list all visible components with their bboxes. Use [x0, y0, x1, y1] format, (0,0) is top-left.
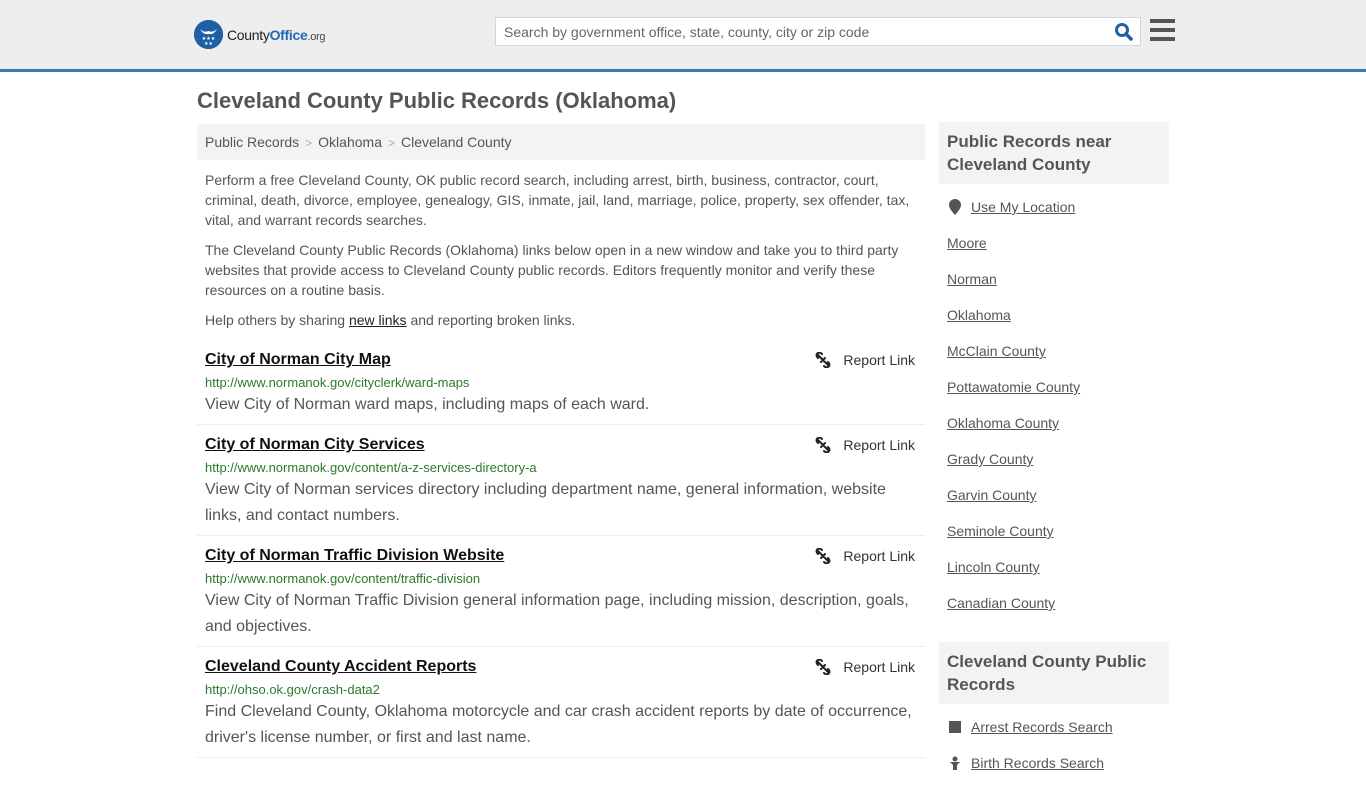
nearby-item[interactable]: Seminole County	[947, 522, 1161, 540]
record-category-link[interactable]: Arrest Records Search	[971, 718, 1113, 736]
nearby-link[interactable]: Oklahoma	[947, 306, 1011, 324]
menu-bar	[1150, 37, 1175, 41]
result-title-link[interactable]: Cleveland County Accident Reports	[205, 655, 476, 679]
nearby-item[interactable]: Oklahoma County	[947, 414, 1161, 432]
nearby-link[interactable]: Norman	[947, 270, 997, 288]
result-description: View City of Norman ward maps, including…	[205, 396, 650, 413]
map-marker-icon	[947, 199, 963, 215]
report-link-button[interactable]: Report Link	[815, 352, 915, 368]
nearby-link[interactable]: Pottawatomie County	[947, 378, 1080, 396]
report-link-button[interactable]: Report Link	[815, 548, 915, 564]
result-title-link[interactable]: City of Norman Traffic Division Website	[205, 544, 504, 568]
nearby-link[interactable]: Lincoln County	[947, 558, 1040, 576]
nearby-link[interactable]: Canadian County	[947, 594, 1055, 612]
report-link-button[interactable]: Report Link	[815, 437, 915, 453]
result-item: Cleveland County Accident Reports Report…	[197, 647, 925, 758]
result-title-link[interactable]: City of Norman City Map	[205, 348, 391, 372]
nearby-item[interactable]: Garvin County	[947, 486, 1161, 504]
search-box	[495, 17, 1141, 46]
nearby-item[interactable]: Norman	[947, 270, 1161, 288]
report-link-label: Report Link	[843, 352, 915, 368]
result-url: http://www.normanok.gov/content/a-z-serv…	[205, 460, 537, 475]
result-url: http://www.normanok.gov/cityclerk/ward-m…	[205, 375, 470, 390]
intro-paragraph-3: Help others by sharing new links and rep…	[205, 312, 576, 328]
breadcrumb-oklahoma[interactable]: Oklahoma	[318, 134, 382, 150]
use-my-location-item[interactable]: Use My Location	[947, 198, 1161, 216]
result-description: View City of Norman services directory i…	[205, 481, 886, 524]
nearby-list: Use My Location Moore Norman Oklahoma McCla…	[939, 184, 1169, 642]
menu-bar	[1150, 19, 1175, 23]
breadcrumb-public-records[interactable]: Public Records	[205, 134, 299, 150]
menu-bar	[1150, 28, 1175, 32]
result-item: City of Norman City Services Report Link…	[197, 425, 925, 536]
result-item: City of Norman City Map Report Link http…	[197, 348, 925, 425]
search-icon	[1115, 23, 1133, 41]
use-my-location-link[interactable]: Use My Location	[971, 198, 1075, 216]
nearby-link[interactable]: McClain County	[947, 342, 1046, 360]
nearby-link[interactable]: Garvin County	[947, 486, 1036, 504]
nearby-heading: Public Records near Cleveland County	[939, 122, 1169, 184]
result-description: Find Cleveland County, Oklahoma motorcyc…	[205, 703, 912, 746]
nearby-item[interactable]: Pottawatomie County	[947, 378, 1161, 396]
result-item: City of Norman Traffic Division Website …	[197, 536, 925, 647]
records-heading: Cleveland County Public Records	[939, 642, 1169, 704]
breadcrumb: Public Records > Oklahoma > Cleveland County	[197, 124, 925, 160]
results-list: City of Norman City Map Report Link http…	[197, 348, 925, 758]
broken-link-icon	[815, 352, 831, 368]
nearby-link[interactable]: Oklahoma County	[947, 414, 1059, 432]
report-link-label: Report Link	[843, 437, 915, 453]
result-title-link[interactable]: City of Norman City Services	[205, 433, 425, 457]
record-category-item[interactable]: Arrest Records Search	[947, 718, 1161, 736]
sidebar: Public Records near Cleveland County Use…	[939, 122, 1169, 802]
broken-link-icon	[815, 437, 831, 453]
arrest-icon	[947, 720, 963, 734]
site-header: ★★★ ★★ CountyOffice.org	[0, 0, 1366, 72]
intro-paragraph-2: The Cleveland County Public Records (Okl…	[205, 242, 899, 298]
result-description: View City of Norman Traffic Division gen…	[205, 592, 909, 635]
breadcrumb-cleveland-county[interactable]: Cleveland County	[401, 134, 512, 150]
page-title: Cleveland County Public Records (Oklahom…	[197, 88, 677, 113]
breadcrumb-separator: >	[305, 136, 313, 150]
hamburger-menu-button[interactable]	[1150, 19, 1175, 41]
nearby-item[interactable]: Canadian County	[947, 594, 1161, 612]
new-links-link[interactable]: new links	[349, 312, 407, 328]
record-category-item[interactable]: Birth Records Search	[947, 754, 1161, 772]
nearby-item[interactable]: Moore	[947, 234, 1161, 252]
nearby-link[interactable]: Grady County	[947, 450, 1033, 468]
record-category-link[interactable]: Birth Records Search	[971, 754, 1104, 772]
report-link-button[interactable]: Report Link	[815, 659, 915, 675]
breadcrumb-separator: >	[387, 136, 395, 150]
records-list: Arrest Records Search Birth Records Searc…	[939, 704, 1169, 802]
result-url: http://www.normanok.gov/content/traffic-…	[205, 571, 481, 586]
nearby-link[interactable]: Seminole County	[947, 522, 1054, 540]
search-input[interactable]	[496, 18, 1096, 45]
report-link-label: Report Link	[843, 659, 915, 675]
nearby-item[interactable]: Lincoln County	[947, 558, 1161, 576]
search-button[interactable]	[1114, 22, 1134, 42]
nearby-item[interactable]: Oklahoma	[947, 306, 1161, 324]
site-logo[interactable]: ★★★ ★★ CountyOffice.org	[194, 20, 326, 49]
nearby-item[interactable]: Grady County	[947, 450, 1161, 468]
logo-eagle-icon: ★★★ ★★	[194, 20, 223, 49]
report-link-label: Report Link	[843, 548, 915, 564]
broken-link-icon	[815, 659, 831, 675]
result-url: http://ohso.ok.gov/crash-data2	[205, 682, 380, 697]
intro-text: Perform a free Cleveland County, OK publ…	[205, 170, 920, 340]
nearby-link[interactable]: Moore	[947, 234, 987, 252]
logo-text: CountyOffice.org	[227, 26, 326, 43]
svg-text:★★: ★★	[204, 41, 213, 47]
intro-paragraph-1: Perform a free Cleveland County, OK publ…	[205, 172, 910, 228]
broken-link-icon	[815, 548, 831, 564]
nearby-item[interactable]: McClain County	[947, 342, 1161, 360]
